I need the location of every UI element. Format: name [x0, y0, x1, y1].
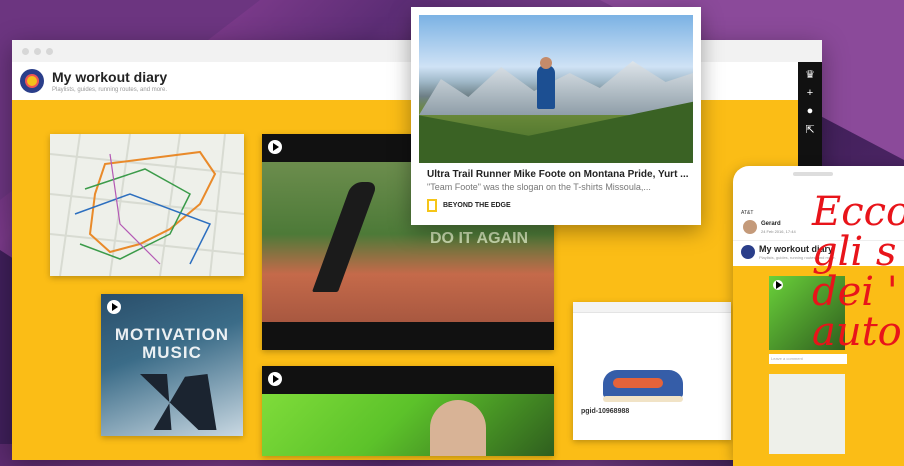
app-logo-icon	[20, 69, 44, 93]
article-source: BEYOND THE EDGE	[427, 199, 511, 212]
trail-runner-image	[419, 15, 693, 163]
phone-map-card[interactable]	[769, 374, 845, 454]
phone-user-date: 24 Feb 2016, 17:44	[761, 229, 796, 234]
motivation-title: MOTIVATION MUSIC	[114, 325, 230, 362]
shoe-product-card[interactable]: pgid-10968988	[573, 302, 731, 440]
overlay-line-1: Ecco	[812, 189, 904, 235]
overlay-line-4: auto	[812, 309, 902, 355]
app-logo-icon	[741, 245, 755, 259]
video-card-portrait[interactable]	[262, 366, 554, 456]
article-title[interactable]: Ultra Trail Runner Mike Foote on Montana…	[427, 169, 689, 180]
crown-icon[interactable]: ♛	[805, 68, 815, 81]
page-title: My workout diary	[52, 69, 168, 85]
sneaker-image	[603, 370, 683, 402]
source-label: BEYOND THE EDGE	[443, 202, 511, 209]
map-card[interactable]	[50, 134, 244, 276]
window-minimize-button[interactable]	[34, 47, 41, 55]
route-map	[50, 134, 244, 276]
user-icon[interactable]: ●	[807, 105, 814, 117]
window-close-button[interactable]	[22, 47, 29, 55]
motivation-music-card[interactable]: MOTIVATION MUSIC	[101, 294, 243, 436]
phone-user-name: Gerard	[761, 221, 781, 227]
overlay-line-2: gli s	[812, 229, 897, 275]
product-caption: pgid-10968988	[581, 408, 630, 415]
overlay-line-3: dei '	[812, 269, 898, 315]
article-popup-card[interactable]: Ultra Trail Runner Mike Foote on Montana…	[411, 7, 701, 225]
nat-geo-logo-icon	[427, 199, 437, 212]
window-maximize-button[interactable]	[46, 47, 53, 55]
play-icon[interactable]	[268, 140, 282, 154]
page-subtitle: Playlists, guides, running routes, and m…	[52, 87, 168, 93]
phone-comment-input[interactable]: Leave a comment	[769, 354, 847, 364]
phone-carrier: AT&T	[741, 210, 754, 216]
play-icon[interactable]	[107, 300, 121, 314]
share-icon[interactable]: ⇱	[805, 123, 814, 136]
avatar	[743, 220, 757, 234]
play-icon[interactable]	[268, 372, 282, 386]
article-description: "Team Foote" was the slogan on the T-shi…	[427, 182, 651, 192]
video-overlay-text: DO IT AGAIN	[430, 230, 529, 247]
annotation-overlay: Ecco gli s dei ' auto	[812, 192, 904, 352]
play-icon[interactable]	[773, 280, 783, 290]
runners-legs-image	[140, 374, 217, 430]
plus-icon[interactable]: +	[807, 87, 813, 99]
portrait-video-frame	[262, 394, 554, 456]
